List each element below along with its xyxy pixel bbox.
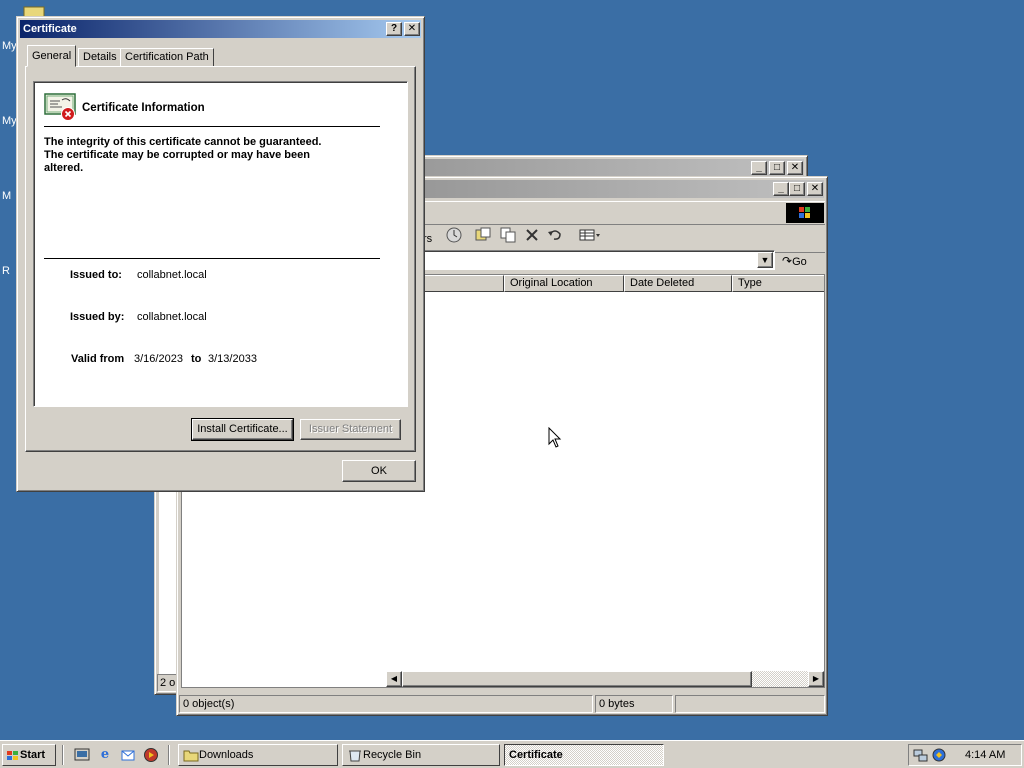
system-tray: 4:14 AM (908, 744, 1022, 766)
status-size-text: 0 bytes (599, 698, 635, 710)
scroll-right-button[interactable]: ▶ (808, 671, 824, 687)
ok-button[interactable]: OK (342, 460, 416, 482)
button-label: Issuer Statement (308, 423, 393, 435)
general-tab-page: Certificate Information The integrity of… (25, 66, 416, 452)
valid-from-value: 3/16/2023 (134, 353, 183, 365)
button-label: OK (371, 465, 387, 477)
views-icon[interactable] (578, 226, 602, 244)
maximize-button[interactable]: □ (789, 182, 805, 196)
go-arrow-icon: ↷ (782, 254, 793, 268)
media-player-icon[interactable] (143, 747, 159, 763)
status-objects-text: 0 object(s) (183, 698, 235, 710)
status-pane-size: 0 bytes (595, 695, 673, 713)
column-header-type[interactable]: Type (732, 275, 824, 292)
issuer-statement-button: Issuer Statement (300, 419, 401, 440)
start-button[interactable]: Start (2, 744, 56, 766)
certificate-info-heading: Certificate Information (82, 102, 205, 114)
valid-to-value: 3/13/2033 (208, 353, 257, 365)
certificate-dialog[interactable]: Certificate ? ✕ General Details Certific… (16, 16, 425, 492)
close-button[interactable]: ✕ (807, 182, 823, 196)
desktop-icon-label[interactable]: R (2, 265, 10, 277)
tab-general[interactable]: General (27, 45, 77, 67)
scroll-thumb[interactable] (402, 671, 752, 687)
column-header-date-deleted[interactable]: Date Deleted (624, 275, 732, 292)
taskbar-separator (168, 745, 170, 765)
tab-details[interactable]: Details (78, 48, 122, 66)
go-label: Go (792, 256, 807, 268)
move-to-icon[interactable] (474, 226, 492, 244)
tab-label: Certification Path (125, 51, 209, 63)
tab-label: Details (83, 51, 117, 63)
desktop-icon-label[interactable]: My (2, 115, 17, 127)
folder-icon (183, 748, 199, 762)
scroll-left-button[interactable]: ◀ (386, 671, 402, 687)
horizontal-scrollbar[interactable]: ◀ ▶ (386, 671, 824, 687)
issued-to-value: collabnet.local (137, 269, 207, 281)
taskbar-separator (62, 745, 64, 765)
divider (44, 258, 380, 259)
copy-to-icon[interactable] (499, 226, 517, 244)
update-icon[interactable] (931, 747, 947, 763)
issued-by-label: Issued by: (70, 311, 125, 323)
install-certificate-button[interactable]: Install Certificate... (191, 418, 294, 441)
certificate-titlebar[interactable]: Certificate (20, 20, 421, 38)
recycle-bin-icon (347, 748, 363, 762)
history-icon[interactable] (445, 226, 463, 244)
mouse-cursor-icon (548, 426, 562, 449)
status-pane-objects: 0 object(s) (179, 695, 593, 713)
taskbar-task-recycle-bin[interactable]: Recycle Bin (342, 744, 500, 766)
dialog-title: Certificate (23, 23, 77, 35)
maximize-button[interactable]: □ (769, 161, 785, 175)
go-button[interactable]: ↷Go (782, 252, 820, 270)
internet-explorer-icon[interactable]: e (97, 747, 113, 763)
taskbar-task-certificate[interactable]: Certificate (504, 744, 664, 766)
divider (44, 126, 380, 127)
desktop-icon-label[interactable]: My (2, 40, 17, 52)
task-label: Recycle Bin (363, 749, 422, 761)
help-button[interactable]: ? (386, 22, 402, 36)
show-desktop-icon[interactable] (74, 747, 90, 763)
column-label: Date Deleted (630, 277, 695, 289)
close-button[interactable]: ✕ (787, 161, 803, 175)
close-button[interactable]: ✕ (404, 22, 420, 36)
certificate-error-icon (44, 92, 78, 122)
certificate-info-panel: Certificate Information The integrity of… (33, 81, 408, 407)
tab-certification-path[interactable]: Certification Path (120, 48, 214, 66)
address-dropdown-button[interactable]: ▼ (757, 252, 773, 268)
valid-from-label: Valid from (71, 353, 125, 365)
windows-logo-icon (786, 203, 824, 223)
outlook-express-icon[interactable] (120, 747, 136, 763)
issued-to-label: Issued to: (70, 269, 122, 281)
taskbar-task-downloads[interactable]: Downloads (178, 744, 338, 766)
minimize-button[interactable]: _ (773, 182, 789, 196)
issued-by-value: collabnet.local (137, 311, 207, 323)
tab-label: General (32, 50, 72, 62)
task-label: Downloads (199, 749, 254, 761)
delete-icon[interactable] (523, 226, 541, 244)
integrity-warning-text: The integrity of this certificate cannot… (44, 136, 322, 174)
column-label: Type (738, 277, 762, 289)
start-label: Start (20, 749, 46, 761)
valid-to-label: to (191, 353, 202, 365)
status-pane-extra (675, 695, 825, 713)
task-label: Certificate (509, 749, 563, 761)
network-icon[interactable] (913, 747, 929, 763)
desktop-icon-label[interactable]: M (2, 190, 11, 202)
minimize-button[interactable]: _ (751, 161, 767, 175)
undo-icon[interactable] (546, 226, 564, 244)
column-label: Original Location (510, 277, 593, 289)
button-label: Install Certificate... (197, 423, 288, 435)
clock[interactable]: 4:14 AM (965, 749, 1005, 761)
windows-flag-icon (6, 749, 20, 761)
column-header-original-location[interactable]: Original Location (504, 275, 624, 292)
